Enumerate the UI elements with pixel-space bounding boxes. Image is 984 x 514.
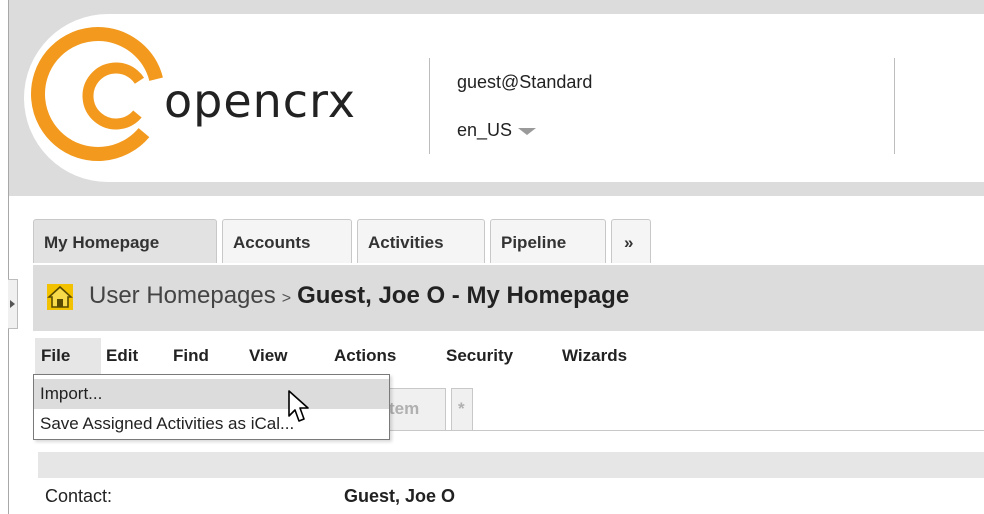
current-user: guest@Standard xyxy=(457,72,593,92)
title-bar: User Homepages > Guest, Joe O - My Homepag… xyxy=(33,265,984,331)
file-menu-dropdown: Import... Save Assigned Activities as iC… xyxy=(33,374,390,440)
menu-view[interactable]: View xyxy=(243,338,293,376)
menu-wizards[interactable]: Wizards xyxy=(556,338,633,376)
attribute-group-header xyxy=(38,452,984,478)
menu-actions[interactable]: Actions xyxy=(328,338,402,376)
breadcrumb-separator: > xyxy=(281,290,292,307)
locale-selector[interactable]: en_US xyxy=(457,120,537,141)
chevron-down-icon xyxy=(518,127,537,135)
tab-accounts[interactable]: Accounts xyxy=(222,219,352,263)
contact-label: Contact: xyxy=(45,486,113,506)
tab-my-homepage[interactable]: My Homepage xyxy=(33,219,217,263)
tab-more[interactable]: » xyxy=(611,219,651,263)
panel-toggle-handle[interactable] xyxy=(8,279,18,329)
menu-find[interactable]: Find xyxy=(167,338,215,376)
menu-item-save-ical[interactable]: Save Assigned Activities as iCal... xyxy=(34,409,389,439)
menu-item-import[interactable]: Import... xyxy=(34,379,389,409)
tab-activities[interactable]: Activities xyxy=(357,219,485,263)
mouse-pointer-icon xyxy=(288,390,309,422)
menu-bar: File Edit Find View Actions Security Wiz… xyxy=(33,338,673,376)
header-divider xyxy=(894,58,895,154)
logo-wordmark: opencrx xyxy=(164,74,356,128)
menu-edit[interactable]: Edit xyxy=(100,338,144,376)
menu-file[interactable]: File xyxy=(35,338,101,376)
locale-label: en_US xyxy=(457,120,513,140)
menu-security[interactable]: Security xyxy=(440,338,519,376)
breadcrumb-user-homepages[interactable]: User Homepages xyxy=(89,282,276,309)
page-title-text: Guest, Joe O - My Homepage xyxy=(297,282,630,309)
left-edge xyxy=(0,0,9,514)
subtab-all[interactable]: * xyxy=(451,388,473,430)
triangle-right-icon xyxy=(10,300,15,308)
contact-value[interactable]: Guest, Joe O xyxy=(344,486,455,507)
header-divider xyxy=(429,58,430,154)
tab-pipeline[interactable]: Pipeline xyxy=(490,219,606,263)
home-icon[interactable] xyxy=(47,284,73,310)
page-title: User Homepages > Guest, Joe O - My Homepag… xyxy=(89,282,629,310)
